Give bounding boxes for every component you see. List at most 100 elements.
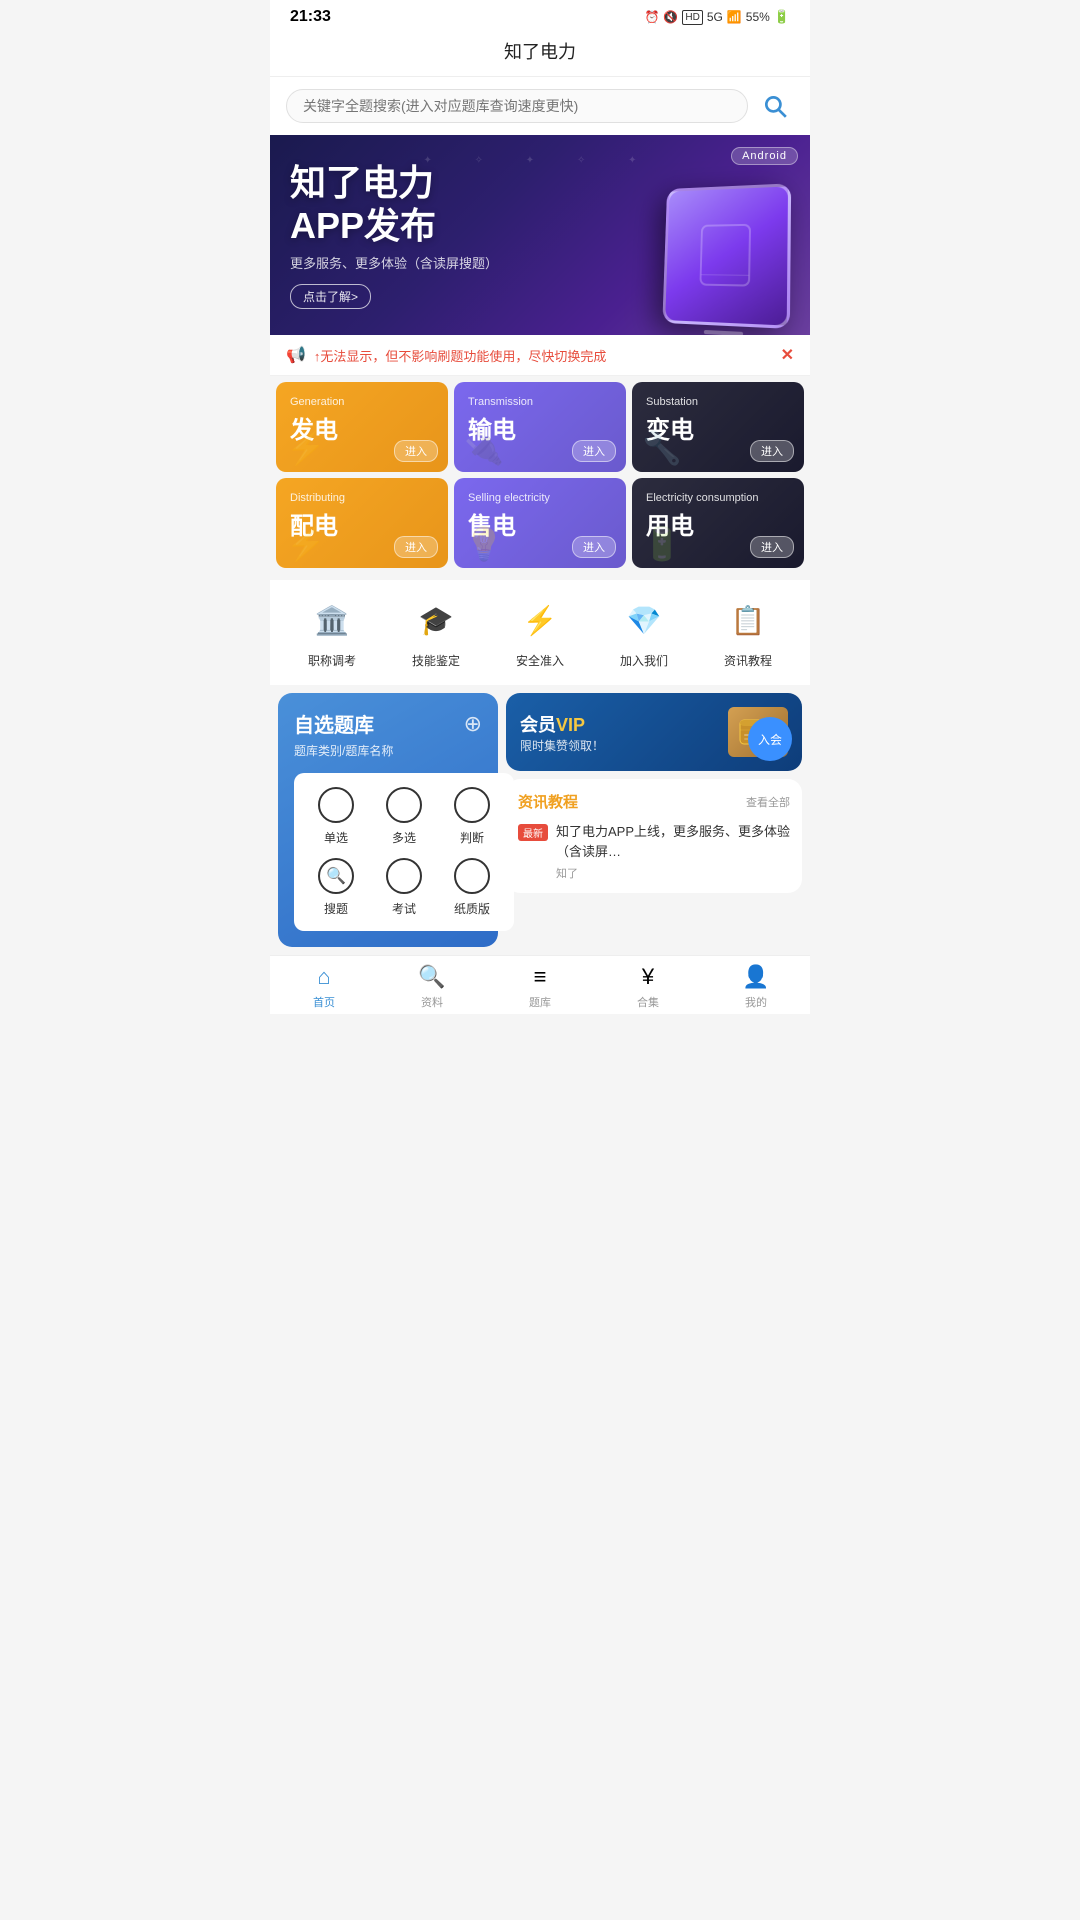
cat-enter-button[interactable]: 进入 — [572, 536, 616, 558]
cat-enter-button[interactable]: 进入 — [750, 440, 794, 462]
quick-icon-label: 技能鉴定 — [412, 652, 460, 669]
practice-opt-icon: ↩ — [454, 787, 490, 823]
category-card-变电[interactable]: Substation 变电 🔧 进入 — [632, 382, 804, 472]
nav-icon-我的: 👤 — [742, 964, 769, 990]
practice-opt-icon: ≡ — [454, 858, 490, 894]
banner[interactable]: 知了电力 APP发布 更多服务、更多体验（含读屏搜题） 点击了解> Androi… — [270, 135, 810, 335]
cat-en: Transmission — [468, 396, 612, 408]
nav-item-合集[interactable]: ¥ 合集 — [594, 964, 702, 1010]
quick-icon-image: 📋 — [724, 596, 772, 644]
practice-opt-icon: ✏ — [386, 858, 422, 894]
practice-opt-icon: ◉ — [318, 787, 354, 823]
practice-opt-纸质版[interactable]: ≡ 纸质版 — [444, 858, 500, 917]
news-content-wrap: 知了电力APP上线，更多服务、更多体验（含读屏… 知了 — [556, 822, 790, 881]
status-bar: 21:33 ⏰ 🔇 HD 5G 📶 55% 🔋 — [270, 0, 810, 30]
news-badge: 最新 — [518, 824, 548, 841]
banner-subtitle: 更多服务、更多体验（含读屏搜题） — [290, 253, 790, 272]
search-input-wrap[interactable] — [286, 89, 748, 123]
practice-opt-label: 判断 — [460, 829, 484, 846]
practice-opt-label: 考试 — [392, 900, 416, 917]
nav-item-我的[interactable]: 👤 我的 — [702, 964, 810, 1010]
page-title: 知了电力 — [270, 30, 810, 77]
cat-bg-icon: 🔋 — [642, 525, 682, 563]
cat-enter-button[interactable]: 进入 — [394, 536, 438, 558]
vip-text: 会员VIP 限时集赞领取！ — [520, 711, 604, 754]
alarm-icon: ⏰ — [644, 10, 659, 24]
quick-icon-image: 🏛️ — [308, 596, 356, 644]
search-button[interactable] — [756, 87, 794, 125]
practice-options-card: ◉ 单选 ✔ 多选 ↩ 判断 🔍 搜题 ✏ 考试 ≡ 纸质版 — [294, 773, 514, 931]
cat-bg-icon: ⚡ — [286, 429, 326, 467]
quick-icon-label: 职称调考 — [308, 652, 356, 669]
status-time: 21:33 — [290, 8, 331, 26]
notice-bar: 📢 ↑无法显示，但不影响刷题功能使用，尽快切换完成 ✕ — [270, 335, 810, 376]
hd-icon: HD — [682, 10, 702, 25]
news-content: 知了电力APP上线，更多服务、更多体验（含读屏… — [556, 822, 790, 861]
practice-options: ◉ 单选 ✔ 多选 ↩ 判断 🔍 搜题 ✏ 考试 ≡ 纸质版 — [308, 787, 500, 917]
practice-opt-判断[interactable]: ↩ 判断 — [444, 787, 500, 846]
right-side: 会员VIP 限时集赞领取！ 入会 资讯教程 查看全部 — [506, 693, 802, 947]
category-card-输电[interactable]: Transmission 输电 🔌 进入 — [454, 382, 626, 472]
nav-item-题库[interactable]: ≡ 题库 — [486, 964, 594, 1010]
quick-icon-资讯教程[interactable]: 📋 资讯教程 — [724, 596, 772, 669]
quick-icon-职称调考[interactable]: 🏛️ 职称调考 — [308, 596, 356, 669]
custom-library: 自选题库 ⊕ 题库类别/题库名称 ◉ 单选 ✔ 多选 ↩ 判断 🔍 搜题 ✏ 考… — [278, 693, 498, 947]
practice-opt-单选[interactable]: ◉ 单选 — [308, 787, 364, 846]
cat-enter-button[interactable]: 进入 — [572, 440, 616, 462]
vip-join-button[interactable]: 入会 — [748, 717, 792, 761]
battery-text: 55% — [746, 10, 770, 24]
cat-enter-button[interactable]: 进入 — [750, 536, 794, 558]
news-more-link[interactable]: 查看全部 — [746, 794, 790, 810]
practice-opt-label: 单选 — [324, 829, 348, 846]
cat-bg-icon: 🔧 — [642, 429, 682, 467]
cat-en: Distributing — [290, 492, 434, 504]
practice-opt-label: 纸质版 — [454, 900, 490, 917]
practice-opt-搜题[interactable]: 🔍 搜题 — [308, 858, 364, 917]
notice-close-button[interactable]: ✕ — [781, 345, 794, 365]
notice-speaker-icon: 📢 — [286, 345, 306, 365]
quick-icon-label: 资讯教程 — [724, 652, 772, 669]
nav-item-资料[interactable]: 🔍 资料 — [378, 964, 486, 1010]
practice-opt-考试[interactable]: ✏ 考试 — [376, 858, 432, 917]
news-item[interactable]: 最新 知了电力APP上线，更多服务、更多体验（含读屏… 知了 — [518, 822, 790, 881]
cat-enter-button[interactable]: 进入 — [394, 440, 438, 462]
signal-icon: 📶 — [727, 10, 742, 24]
quick-icon-image: 🎓 — [412, 596, 460, 644]
practice-opt-多选[interactable]: ✔ 多选 — [376, 787, 432, 846]
status-icons: ⏰ 🔇 HD 5G 📶 55% 🔋 — [644, 9, 790, 25]
cat-bg-icon: 💡 — [464, 525, 504, 563]
vip-card[interactable]: 会员VIP 限时集赞领取！ 入会 — [506, 693, 802, 771]
nav-label-我的: 我的 — [745, 994, 767, 1010]
quick-icon-image: ⚡ — [516, 596, 564, 644]
banner-title: 知了电力 APP发布 — [290, 161, 790, 247]
bottom-nav: ⌂ 首页 🔍 资料 ≡ 题库 ¥ 合集 👤 我的 — [270, 955, 810, 1014]
news-header: 资讯教程 查看全部 — [518, 791, 790, 812]
quick-icon-label: 加入我们 — [620, 652, 668, 669]
quick-icon-安全准入[interactable]: ⚡ 安全准入 — [516, 596, 564, 669]
category-card-售电[interactable]: Selling electricity 售电 💡 进入 — [454, 478, 626, 568]
nav-icon-题库: ≡ — [534, 964, 547, 990]
search-input[interactable] — [303, 98, 731, 114]
news-section: 资讯教程 查看全部 最新 知了电力APP上线，更多服务、更多体验（含读屏… 知了 — [506, 779, 802, 893]
news-source: 知了 — [556, 865, 790, 881]
category-card-配电[interactable]: Distributing 配电 ⚡ 进入 — [276, 478, 448, 568]
search-bar — [270, 77, 810, 135]
category-card-用电[interactable]: Electricity consumption 用电 🔋 进入 — [632, 478, 804, 568]
cat-en: Generation — [290, 396, 434, 408]
quick-icon-技能鉴定[interactable]: 🎓 技能鉴定 — [412, 596, 460, 669]
nav-icon-合集: ¥ — [642, 964, 654, 990]
custom-library-add-button[interactable]: ⊕ — [464, 711, 482, 737]
practice-opt-icon: 🔍 — [318, 858, 354, 894]
practice-opt-label: 搜题 — [324, 900, 348, 917]
practice-opt-label: 多选 — [392, 829, 416, 846]
quick-icon-加入我们[interactable]: 💎 加入我们 — [620, 596, 668, 669]
bottom-section: 自选题库 ⊕ 题库类别/题库名称 ◉ 单选 ✔ 多选 ↩ 判断 🔍 搜题 ✏ 考… — [270, 685, 810, 955]
nav-label-首页: 首页 — [313, 994, 335, 1010]
cat-bg-icon: ⚡ — [286, 525, 326, 563]
nav-item-首页[interactable]: ⌂ 首页 — [270, 964, 378, 1010]
category-card-发电[interactable]: Generation 发电 ⚡ 进入 — [276, 382, 448, 472]
nav-label-合集: 合集 — [637, 994, 659, 1010]
banner-button[interactable]: 点击了解> — [290, 284, 371, 309]
network-icon: 5G — [707, 10, 723, 24]
cat-en: Substation — [646, 396, 790, 408]
